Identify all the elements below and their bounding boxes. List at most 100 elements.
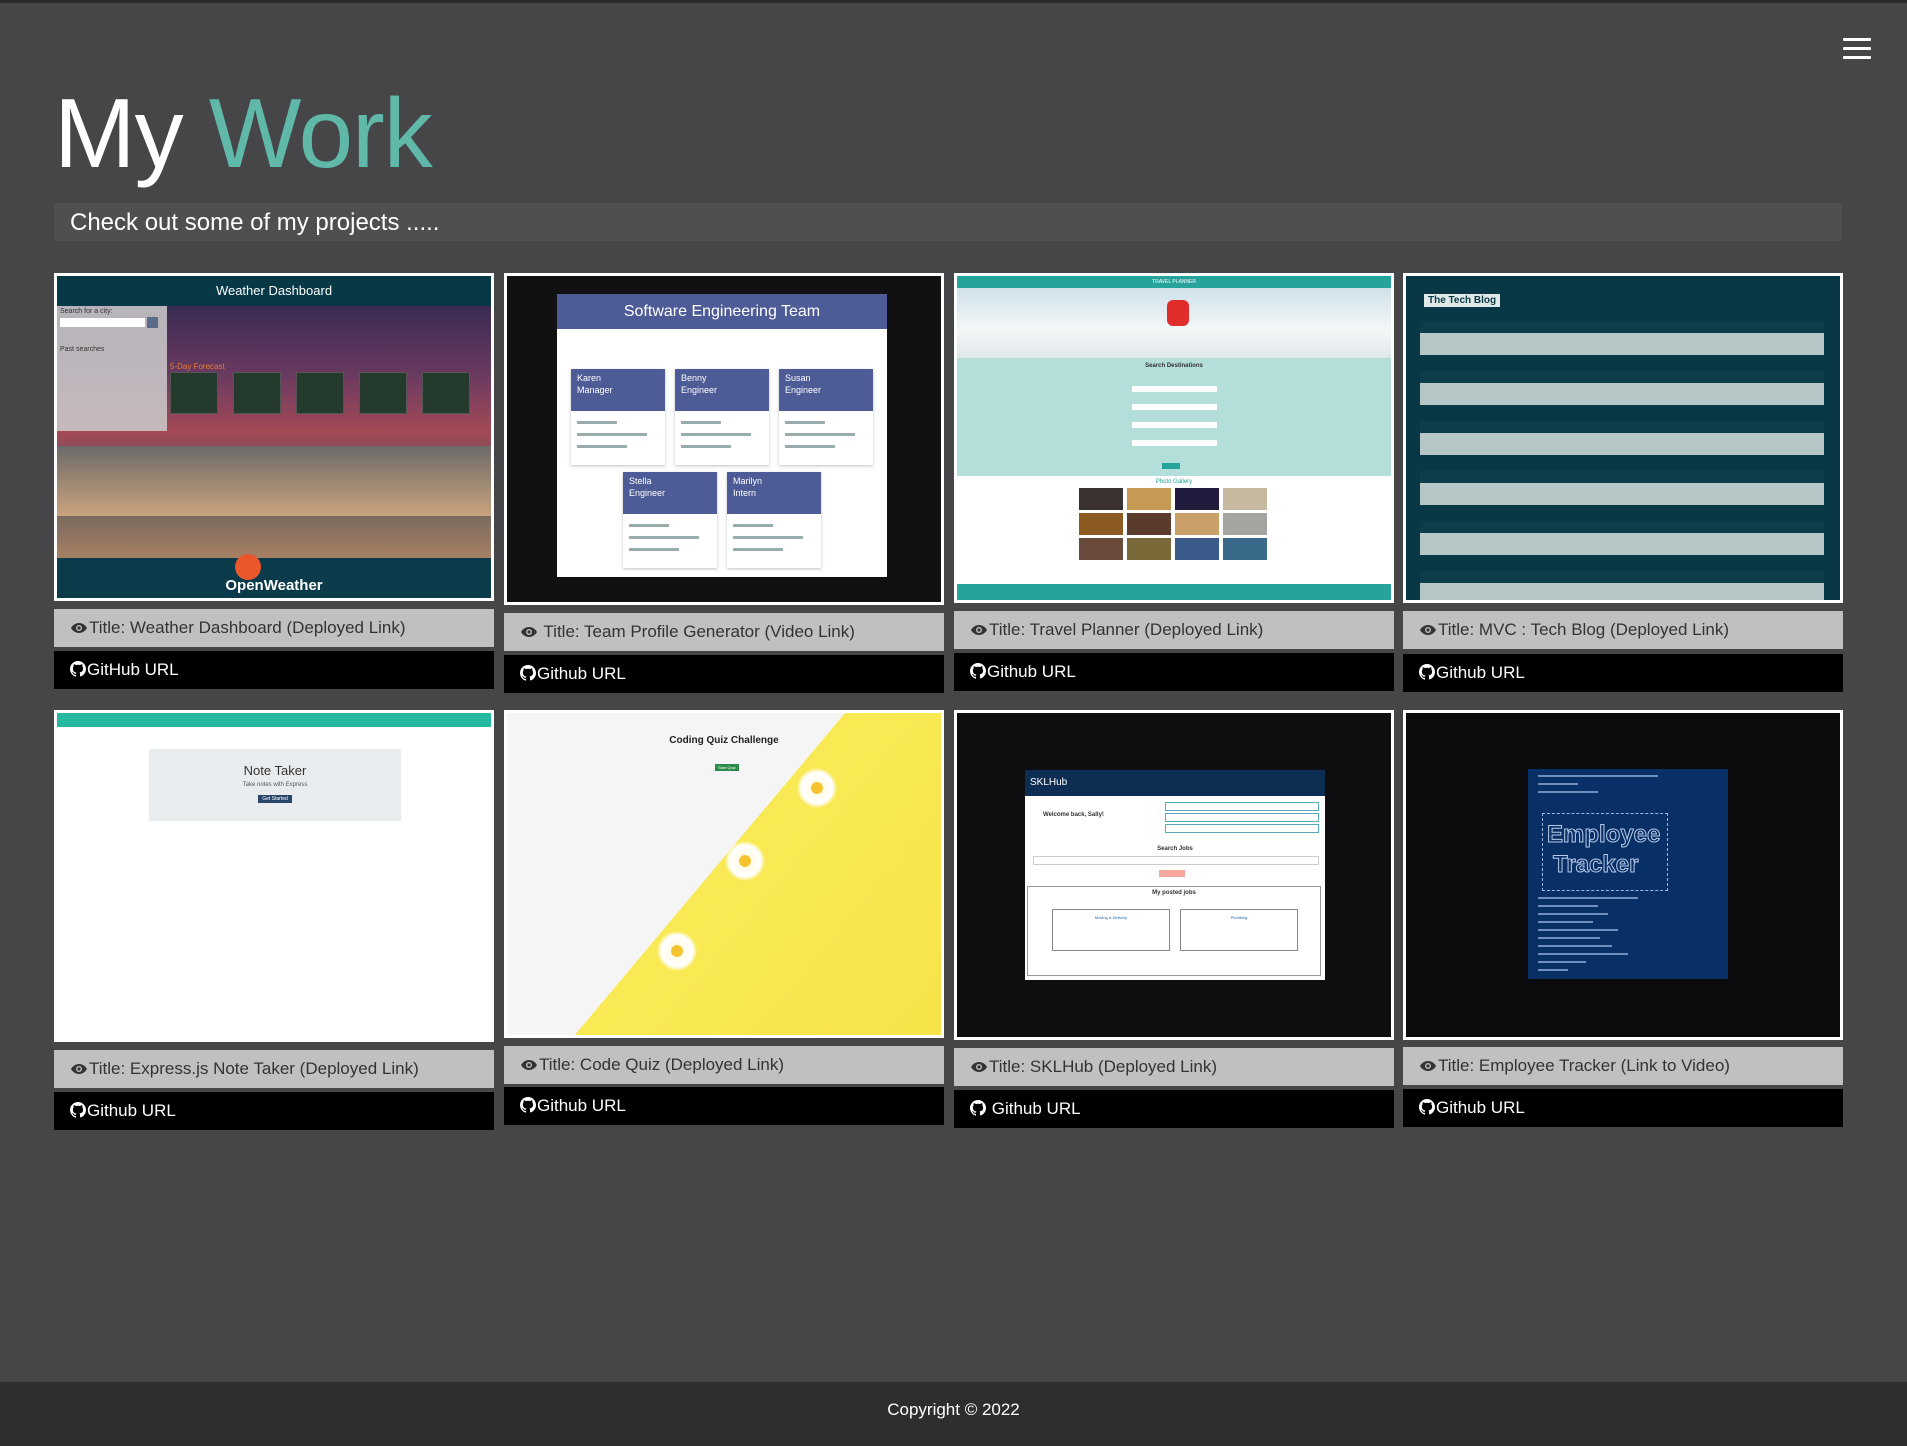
terminal-line [1538,969,1568,971]
project-caption[interactable]: Title: Team Profile Generator (Video Lin… [504,613,944,651]
title-word-my: My [54,78,184,188]
thumb-terminal: Employee Tracker [1528,769,1728,979]
thumb-flower [797,768,837,808]
eye-icon [521,1060,537,1070]
project-caption[interactable]: Title: Express.js Note Taker (Deployed L… [54,1050,494,1088]
github-link[interactable]: GitHub URL [54,651,494,689]
github-link[interactable]: Github URL [504,1087,944,1125]
thumb-button: Start Quiz [715,764,739,771]
caption-text: Title: Team Profile Generator (Video Lin… [543,622,855,641]
terminal-line [1538,937,1600,939]
thumb-search-input [1033,856,1319,865]
copyright-text: Copyright © 2022 [887,1400,1020,1419]
eye-icon [971,625,987,635]
eye-icon [71,623,87,633]
thumb-posted-title: My posted jobs [1152,890,1196,896]
thumb-header: TRAVEL PLANNER [957,276,1391,288]
member-name: Susan [785,373,811,383]
thumb-post [1420,321,1824,355]
caption-text: Title: Code Quiz (Deployed Link) [539,1055,785,1074]
github-link[interactable]: Github URL [954,1090,1394,1128]
subtitle-text: Check out some of my projects ..... [70,209,440,236]
project-thumbnail[interactable]: Note Taker Take notes with Express Get S… [54,710,494,1042]
project-thumbnail[interactable]: TRAVEL PLANNER Search Destinations Photo… [954,273,1394,603]
github-icon [70,1102,86,1118]
caption-text: Title: Weather Dashboard (Deployed Link) [89,618,406,637]
thumb-member-card: Susan Engineer [779,369,873,465]
card-line [785,445,835,448]
project-caption[interactable]: Title: MVC : Tech Blog (Deployed Link) [1403,611,1843,649]
card-line [733,536,803,539]
project-thumbnail[interactable]: Coding Quiz Challenge Start Quiz [504,710,944,1038]
project-thumbnail[interactable]: Software Engineering Team Karen Manager B… [504,273,944,605]
card-line [681,445,731,448]
gallery-image [1175,513,1219,535]
thumb-title: Note Taker [243,763,307,778]
thumb-header: SKLHub [1025,770,1325,796]
terminal-line [1538,913,1608,915]
portfolio-page: My Work Check out some of my projects ..… [0,0,1907,1446]
github-link[interactable]: Github URL [954,653,1394,691]
thumb-post [1420,521,1824,555]
thumb-post [1420,471,1824,505]
eye-icon [1420,1061,1436,1071]
project-caption[interactable]: Title: Code Quiz (Deployed Link) [504,1046,944,1084]
card-line [629,536,699,539]
thumb-option [1165,813,1319,822]
github-link[interactable]: Github URL [1403,1089,1843,1127]
thumb-forecast-day [170,372,218,414]
github-link[interactable]: Github URL [54,1092,494,1130]
menu-bar [1843,47,1871,50]
github-link[interactable]: Github URL [504,655,944,693]
github-icon [70,661,86,677]
thumb-coastline [57,446,491,516]
member-role: Intern [733,488,757,498]
thumb-search-title: Search Jobs [1157,846,1193,852]
terminal-line [1538,905,1598,907]
link-text: Github URL [991,1099,1081,1118]
project-thumbnail[interactable]: Employee Tracker [1403,710,1843,1040]
thumb-footer [957,584,1391,600]
project-caption[interactable]: Title: Employee Tracker (Link to Video) [1403,1047,1843,1085]
thumb-sun-logo [235,554,261,580]
thumb-brand: OpenWeather [225,577,323,594]
eye-icon [1420,625,1436,635]
gallery-image [1175,538,1219,560]
card-line [629,548,679,551]
thumb-background [507,713,941,1035]
project-caption[interactable]: Title: Weather Dashboard (Deployed Link) [54,609,494,647]
link-text: Github URL [1436,1098,1525,1117]
ascii-line: Tracker [1553,851,1639,879]
member-role: Manager [577,385,613,395]
project-thumbnail[interactable]: Weather Dashboard Search for a city: Pas… [54,273,494,601]
github-link[interactable]: Github URL [1403,654,1843,692]
member-name: Benny [681,373,707,383]
caption-text: Title: Employee Tracker (Link to Video) [1438,1056,1730,1075]
thumb-posted-jobs: My posted jobs Moving & Delivery Plumbin… [1027,886,1321,976]
thumb-gallery-title: Photo Gallery [1155,479,1193,485]
card-line [733,548,783,551]
hamburger-menu-icon[interactable] [1843,38,1871,59]
thumb-member-card: Stella Engineer [623,472,717,568]
card-line [577,445,627,448]
project-caption[interactable]: Title: SKLHub (Deployed Link) [954,1048,1394,1086]
thumb-title: Coding Quiz Challenge [669,735,779,746]
project-thumbnail[interactable]: SKLHub Welcome back, Sally! Search Jobs … [954,710,1394,1040]
gallery-image [1223,538,1267,560]
terminal-line [1538,897,1638,899]
thumb-flower [657,931,697,971]
thumb-skier [1167,300,1189,326]
gallery-image [1127,513,1171,535]
thumb-header: Weather Dashboard [57,276,491,306]
thumb-button: Get Started [258,795,292,803]
thumb-option [1165,824,1319,833]
project-caption[interactable]: Title: Travel Planner (Deployed Link) [954,611,1394,649]
card-line [577,421,617,424]
gallery-image [1079,488,1123,510]
subtitle-bar: Check out some of my projects ..... [54,203,1842,241]
project-thumbnail[interactable]: The Tech Blog [1403,273,1843,603]
github-icon [520,1097,536,1113]
link-text: Github URL [1436,663,1525,682]
thumb-header: Software Engineering Team [557,294,887,329]
terminal-line [1538,961,1586,963]
